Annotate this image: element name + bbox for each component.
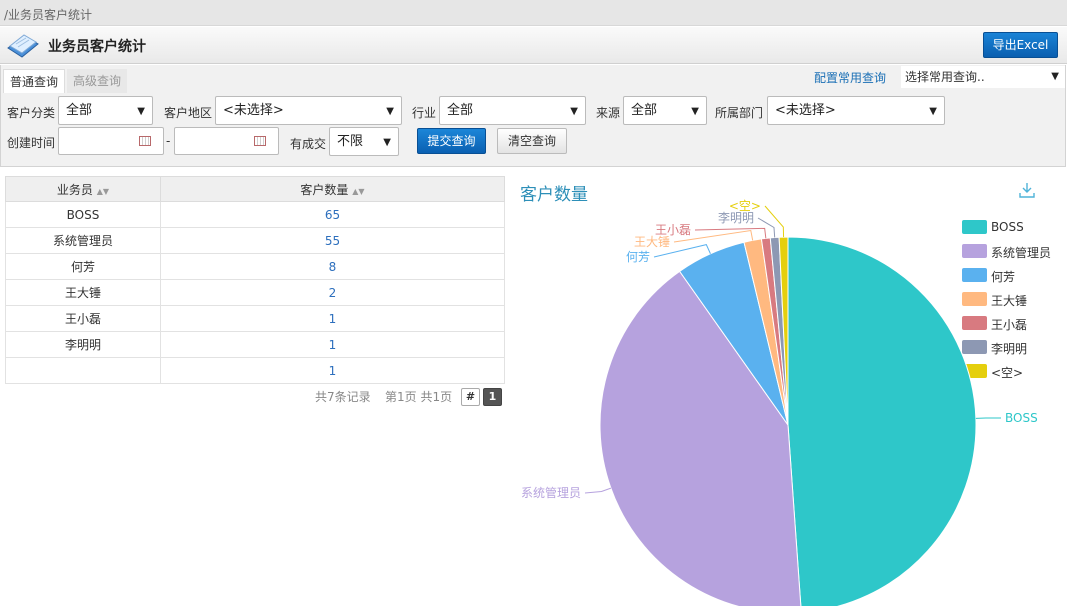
pie-slice-label: 王小磊 (655, 223, 691, 237)
sort-icon: ▲▼ (96, 186, 110, 196)
created-time-label: 创建时间 (7, 136, 56, 150)
source-value: 全部 (631, 103, 658, 118)
chevron-down-icon: ▼ (570, 106, 578, 117)
table-header-row: 业务员 ▲▼ 客户数量 ▲▼ (5, 176, 505, 202)
customer-count-link[interactable]: 2 (160, 279, 505, 306)
table-row: 李明明 1 (5, 331, 505, 358)
source-label: 来源 (596, 106, 621, 120)
customer-type-select[interactable]: 全部 ▼ (58, 96, 153, 125)
pie-slice[interactable] (787, 236, 977, 606)
table-row: BOSS 65 (5, 201, 505, 228)
submit-query-button[interactable]: 提交查询 (417, 128, 486, 154)
salesperson-cell (5, 357, 161, 384)
chevron-down-icon: ▼ (691, 106, 699, 117)
export-excel-button[interactable]: 导出Excel (983, 32, 1058, 58)
config-common-query-link[interactable]: 配置常用查询 (814, 69, 886, 86)
salesperson-table: 业务员 ▲▼ 客户数量 ▲▼ BOSS 65 系统管理员 55 何芳 8 王大锤 2 王… (5, 176, 505, 384)
region-label: 客户地区 (164, 106, 213, 120)
customer-count-link[interactable]: 1 (160, 331, 505, 358)
pie-slice-label: <空> (729, 199, 761, 213)
table-row: 系统管理员 55 (5, 227, 505, 254)
customer-count-link[interactable]: 1 (160, 305, 505, 332)
pie-slice-label: 何芳 (626, 250, 650, 264)
industry-value: 全部 (447, 103, 474, 118)
pie-chart: BOSS系统管理员何芳王大锤王小磊李明明<空> (521, 199, 1038, 606)
salesperson-cell: 何芳 (5, 253, 161, 280)
breadcrumb: /业务员客户统计 (4, 8, 93, 22)
calendar-icon[interactable] (139, 136, 151, 146)
column-header-label: 客户数量 (300, 182, 349, 197)
pie-leader-line (584, 487, 612, 494)
deal-label: 有成交 (290, 137, 327, 151)
industry-label: 行业 (412, 106, 437, 120)
clear-query-button[interactable]: 清空查询 (497, 128, 567, 154)
dept-select[interactable]: <未选择> ▼ (767, 96, 945, 125)
dept-value: <未选择> (775, 103, 836, 118)
table-row: 1 (5, 357, 505, 384)
chevron-down-icon: ▼ (1051, 71, 1059, 82)
table-row: 王大锤 2 (5, 279, 505, 306)
sort-icon: ▲▼ (352, 186, 365, 196)
tab-advanced-query[interactable]: 高级查询 (67, 69, 128, 93)
customer-type-value: 全部 (66, 103, 93, 118)
column-header-salesperson[interactable]: 业务员 ▲▼ (5, 176, 161, 202)
created-start-date-input[interactable] (58, 127, 164, 155)
dept-label: 所属部门 (715, 106, 764, 120)
customer-count-link[interactable]: 55 (160, 227, 505, 254)
pager-page-1-button[interactable]: 1 (483, 388, 502, 406)
source-select[interactable]: 全部 ▼ (623, 96, 707, 125)
chevron-down-icon: ▼ (383, 137, 391, 148)
table-row: 王小磊 1 (5, 305, 505, 332)
common-query-select-value: 选择常用查询.. (905, 70, 985, 84)
deal-value: 不限 (337, 134, 364, 149)
customer-count-link[interactable]: 8 (160, 253, 505, 280)
deal-select[interactable]: 不限 ▼ (329, 127, 399, 156)
title-bar: 业务员客户统计 导出Excel (0, 27, 1067, 64)
salesperson-cell: 李明明 (5, 331, 161, 358)
pager-pages: 第1页 共1页 (385, 390, 453, 404)
calendar-icon[interactable] (254, 136, 266, 146)
chevron-down-icon: ▼ (929, 106, 937, 117)
salesperson-cell: 系统管理员 (5, 227, 161, 254)
customer-type-label: 客户分类 (7, 106, 56, 120)
query-panel: 普通查询 高级查询 配置常用查询 选择常用查询.. ▼ 客户分类 全部 ▼ 客户… (0, 65, 1066, 167)
salesperson-cell: 王小磊 (5, 305, 161, 332)
created-end-date-input[interactable] (174, 127, 279, 155)
date-range-dash: - (166, 134, 171, 148)
chevron-down-icon: ▼ (386, 106, 394, 117)
breadcrumb-bar: /业务员客户统计 (0, 0, 1067, 26)
customer-count-link[interactable]: 1 (160, 357, 505, 384)
pie-slice-label: 系统管理员 (521, 485, 581, 500)
column-header-label: 业务员 (56, 182, 93, 197)
region-value: <未选择> (223, 103, 284, 118)
table-row: 何芳 8 (5, 253, 505, 280)
chevron-down-icon: ▼ (137, 106, 145, 117)
pager-hash-button[interactable]: # (461, 388, 480, 406)
common-query-select[interactable]: 选择常用查询.. ▼ (901, 66, 1065, 88)
pie-leader-line (757, 217, 776, 238)
pie-slice-label: BOSS (1005, 411, 1038, 425)
region-select[interactable]: <未选择> ▼ (215, 96, 402, 125)
tab-normal-query[interactable]: 普通查询 (3, 69, 66, 93)
industry-select[interactable]: 全部 ▼ (439, 96, 586, 125)
report-book-icon (7, 34, 39, 58)
pager-total: 共7条记录 (315, 390, 371, 404)
customer-count-link[interactable]: 65 (160, 201, 505, 228)
salesperson-cell: BOSS (5, 201, 161, 228)
column-header-customer-count[interactable]: 客户数量 ▲▼ (160, 176, 505, 202)
salesperson-cell: 王大锤 (5, 279, 161, 306)
page-title: 业务员客户统计 (48, 39, 146, 55)
